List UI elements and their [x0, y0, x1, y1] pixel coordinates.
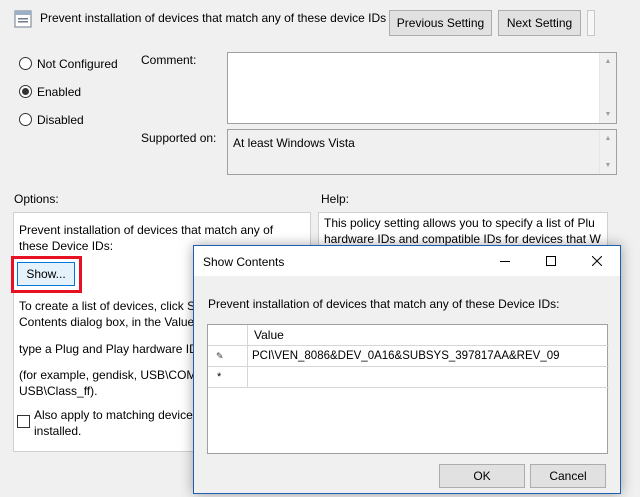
row-marker: * [208, 367, 248, 388]
scroll-down-icon[interactable]: ▼ [600, 157, 616, 174]
device-id-value[interactable]: PCI\VEN_8086&DEV_0A16&SUBSYS_397817AA&RE… [252, 350, 560, 362]
scroll-up-icon[interactable]: ▲ [600, 53, 616, 70]
disabled-radio[interactable] [19, 113, 32, 126]
options-text-line1: Prevent installation of devices that mat… [19, 223, 274, 237]
grid-corner [208, 325, 248, 346]
maximize-button[interactable] [528, 246, 574, 276]
row-marker: ✎ [208, 346, 248, 367]
options-instruction-1: To create a list of devices, click Sh [19, 299, 202, 313]
not-configured-radio[interactable] [19, 57, 32, 70]
options-text-line2: these Device IDs: [19, 239, 114, 253]
enabled-label[interactable]: Enabled [37, 85, 81, 99]
table-row[interactable]: PCI\VEN_8086&DEV_0A16&SUBSYS_397817AA&RE… [248, 346, 609, 367]
header-scroll-stub [587, 10, 595, 36]
close-button[interactable] [574, 246, 620, 276]
ok-button[interactable]: OK [439, 464, 525, 488]
edit-pencil-icon: ✎ [216, 350, 224, 361]
scroll-up-icon[interactable]: ▲ [600, 130, 616, 147]
comment-textarea[interactable]: ▲ ▼ [227, 52, 617, 124]
comment-label: Comment: [141, 53, 197, 67]
options-instruction-3: type a Plug and Play hardware ID [19, 342, 198, 356]
minimize-icon [500, 261, 510, 262]
scroll-down-icon[interactable]: ▼ [600, 106, 616, 123]
apply-matching-label-2[interactable]: installed. [34, 424, 81, 438]
policy-title: Prevent installation of devices that mat… [40, 11, 387, 25]
show-contents-dialog: Show Contents Prevent installation of de… [193, 245, 621, 494]
supported-scrollbar[interactable]: ▲ ▼ [599, 130, 616, 174]
cancel-button[interactable]: Cancel [530, 464, 606, 488]
apply-matching-label-1[interactable]: Also apply to matching device [34, 408, 193, 422]
disabled-label[interactable]: Disabled [37, 113, 84, 127]
close-icon [592, 256, 602, 266]
dialog-prompt: Prevent installation of devices that mat… [208, 297, 560, 311]
value-column-header[interactable]: Value [248, 325, 609, 346]
next-setting-button[interactable]: Next Setting [498, 10, 581, 36]
supported-on-box: At least Windows Vista ▲ ▼ [227, 129, 617, 175]
options-heading: Options: [14, 192, 59, 206]
dialog-title: Show Contents [203, 255, 285, 269]
show-button[interactable]: Show... [17, 262, 75, 286]
supported-on-value: At least Windows Vista [233, 136, 355, 150]
help-text-line2: hardware IDs and compatible IDs for devi… [324, 232, 601, 246]
apply-matching-checkbox[interactable] [17, 415, 30, 428]
help-text-line1: This policy setting allows you to specif… [324, 216, 595, 230]
supported-on-label: Supported on: [141, 131, 217, 145]
options-instruction-2: Contents dialog box, in the Value [19, 315, 195, 329]
comment-scrollbar[interactable]: ▲ ▼ [599, 53, 616, 123]
help-heading: Help: [321, 192, 350, 206]
options-instruction-5: USB\Class_ff). [19, 384, 98, 398]
minimize-button[interactable] [482, 246, 528, 276]
options-instruction-4: (for example, gendisk, USB\COMI [19, 368, 200, 382]
not-configured-label[interactable]: Not Configured [37, 57, 118, 71]
device-id-grid[interactable]: Value ✎ PCI\VEN_8086&DEV_0A16&SUBSYS_397… [207, 324, 609, 454]
new-row-asterisk-icon: * [217, 371, 222, 383]
maximize-icon [546, 256, 556, 266]
policy-icon [14, 10, 32, 28]
dialog-title-bar[interactable]: Show Contents [194, 246, 620, 276]
enabled-radio[interactable] [19, 85, 32, 98]
value-column-label: Value [254, 328, 284, 342]
table-row[interactable] [248, 367, 609, 388]
previous-setting-button[interactable]: Previous Setting [389, 10, 492, 36]
